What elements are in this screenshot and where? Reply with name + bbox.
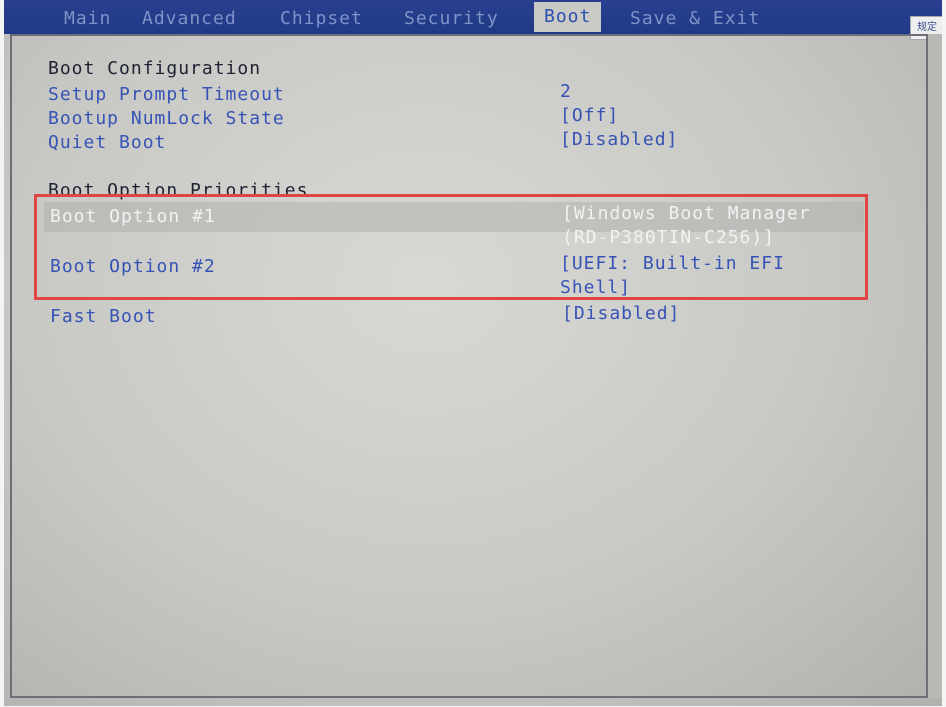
bootup-numlock-state-value[interactable]: [Off] bbox=[560, 104, 619, 128]
quiet-boot-value[interactable]: [Disabled] bbox=[560, 128, 678, 152]
tab-boot[interactable]: Boot bbox=[534, 2, 602, 32]
fast-boot-label[interactable]: Fast Boot bbox=[50, 306, 157, 327]
tab-main[interactable]: Main bbox=[64, 6, 111, 32]
tab-save-exit[interactable]: Save & Exit bbox=[630, 6, 760, 32]
setup-prompt-timeout-value[interactable]: 2 bbox=[560, 80, 572, 104]
tab-security[interactable]: Security bbox=[404, 6, 499, 32]
tab-chipset[interactable]: Chipset bbox=[280, 6, 363, 32]
bootup-numlock-state-label[interactable]: Bootup NumLock State bbox=[48, 108, 285, 129]
fast-boot-value[interactable]: [Disabled] bbox=[562, 302, 680, 326]
bios-screen: Main Advanced Chipset Security Boot Save… bbox=[4, 0, 942, 706]
help-panel-edge bbox=[928, 34, 942, 698]
quiet-boot-label[interactable]: Quiet Boot bbox=[48, 132, 166, 153]
tab-advanced[interactable]: Advanced bbox=[142, 6, 237, 32]
boot-configuration-heading: Boot Configuration bbox=[48, 58, 262, 79]
menu-bar: Main Advanced Chipset Security Boot Save… bbox=[4, 0, 942, 34]
setup-prompt-timeout-label[interactable]: Setup Prompt Timeout bbox=[48, 84, 285, 105]
highlight-annotation-box bbox=[34, 194, 868, 300]
